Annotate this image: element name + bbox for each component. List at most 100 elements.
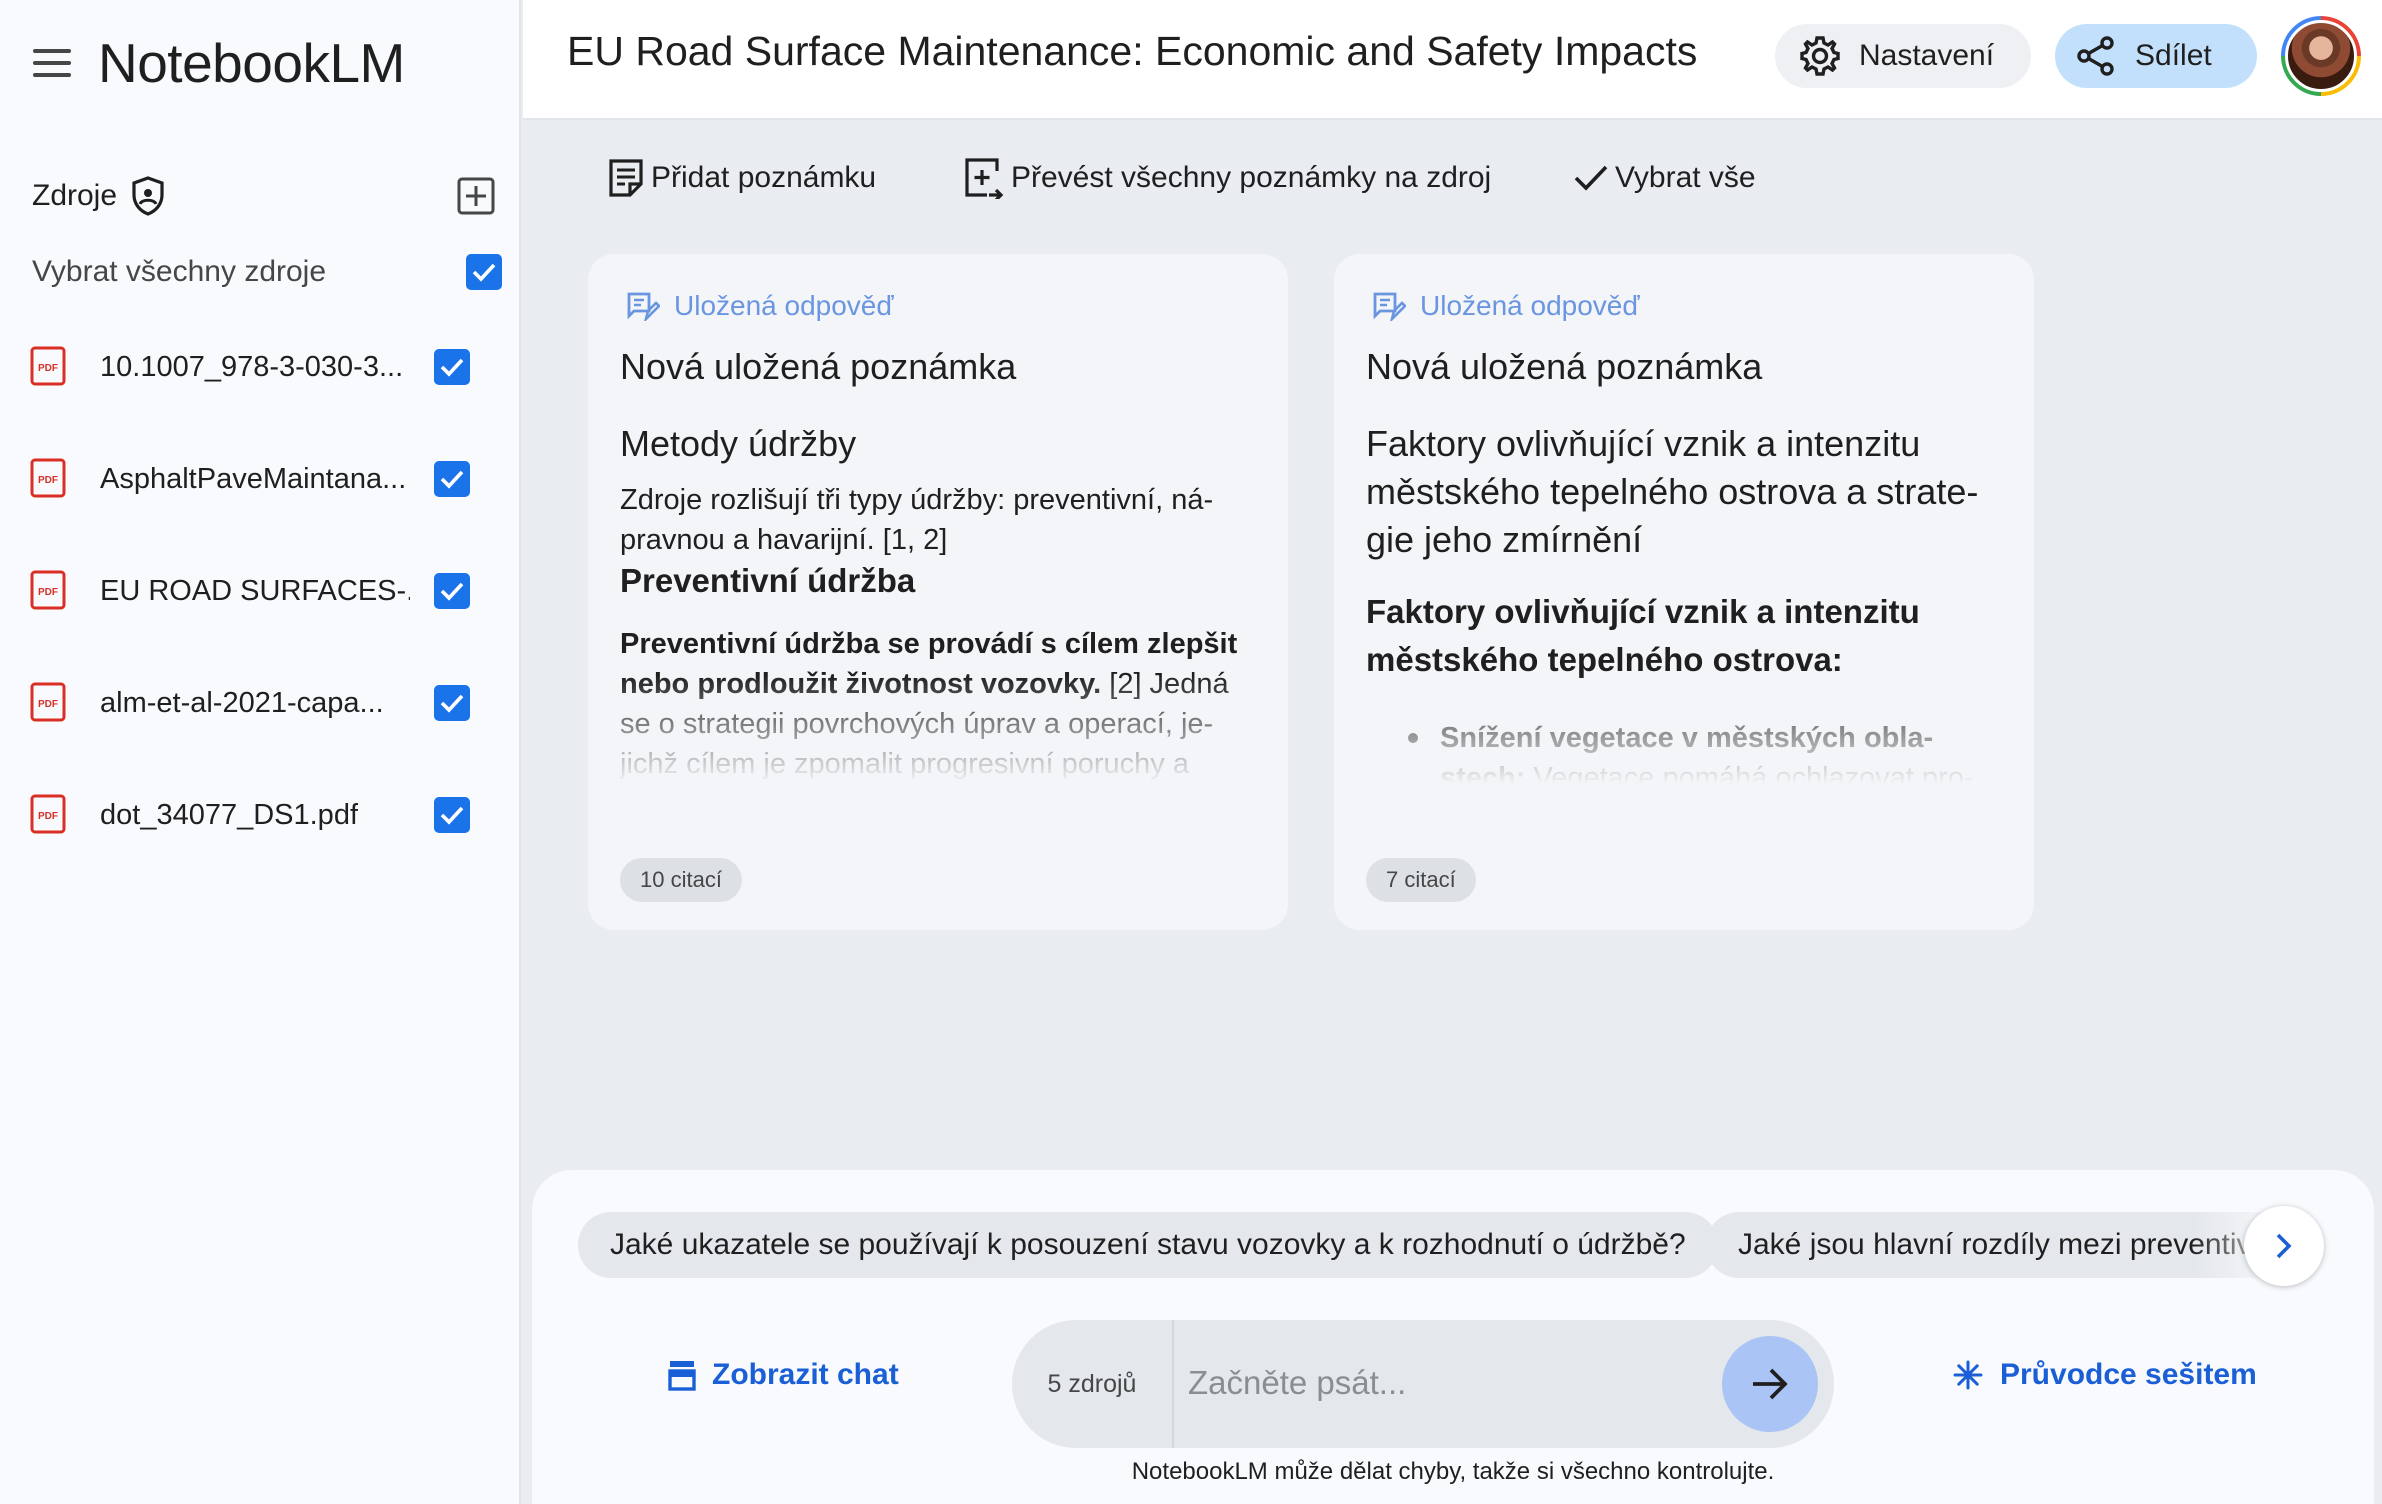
note-heading: Metody údržby xyxy=(620,423,857,464)
share-icon xyxy=(2077,36,2114,76)
chat-panel-icon xyxy=(668,1361,696,1391)
note-paragraph: Preventivní údržba se provádí s cílem zl… xyxy=(620,624,1260,784)
chat-panel: Jaké ukazatele se používají k posouzení … xyxy=(532,1170,2374,1504)
chat-input[interactable] xyxy=(1188,1358,1688,1408)
disclaimer: NotebookLM může dělat chyby, takže si vš… xyxy=(1131,1458,1775,1485)
svg-text:PDF: PDF xyxy=(38,363,58,374)
check-icon xyxy=(440,582,464,601)
select-all-notes-label: Vybrat vše xyxy=(1615,161,1756,194)
check-icon xyxy=(440,806,464,825)
bullet-dot xyxy=(1408,733,1418,743)
settings-button[interactable]: Nastavení xyxy=(1775,24,2031,88)
suggestion-chip[interactable]: Jaké jsou hlavní rozdíly mezi preventivn… xyxy=(1706,1212,2306,1278)
avatar[interactable] xyxy=(2281,16,2361,96)
select-all-checkbox[interactable] xyxy=(466,254,502,290)
add-note-label: Přidat poznámku xyxy=(651,161,877,194)
note-title: Nová uložená poznámka xyxy=(1366,346,1763,387)
settings-label: Nastavení xyxy=(1859,39,1995,72)
chevron-right-icon xyxy=(2276,1233,2292,1259)
check-icon xyxy=(1574,165,1608,191)
source-checkbox[interactable] xyxy=(434,349,470,385)
note-add-icon xyxy=(609,159,643,197)
add-source-button[interactable] xyxy=(450,170,502,222)
saved-response-icon xyxy=(1373,292,1406,321)
app-name: NotebookLM xyxy=(98,32,405,94)
source-name: EU ROAD SURFACES-... xyxy=(100,575,410,607)
note-subheading: Faktory ovlivňující vznik a intenzitu mě… xyxy=(1366,593,1920,678)
svg-text:PDF: PDF xyxy=(38,699,58,710)
source-count-badge[interactable]: 5 zdrojů xyxy=(1012,1320,1174,1448)
gear-icon xyxy=(1800,36,1840,76)
arrow-right-icon xyxy=(1753,1368,1788,1400)
pdf-icon: PDF xyxy=(30,794,66,834)
note-title: Nová uložená poznámka xyxy=(620,346,1017,387)
convert-to-source-icon xyxy=(965,158,1004,199)
notebook-guide-button[interactable]: Průvodce sešitem xyxy=(1952,1358,2257,1392)
source-item[interactable]: PDF alm-et-al-2021-capa... xyxy=(30,672,470,784)
note-kind: Uložená odpověď xyxy=(1372,290,1640,322)
pdf-icon: PDF xyxy=(30,458,66,498)
add-box-icon xyxy=(457,177,495,215)
note-subheading: Preventivní údržba xyxy=(620,562,916,599)
note-body: Faktory ovlivňující vznik a intenzitu mě… xyxy=(1366,420,2006,784)
select-all-label: Vybrat všechny zdroje xyxy=(32,255,327,288)
pdf-icon: PDF xyxy=(30,346,66,386)
source-item[interactable]: PDF 10.1007_978-3-030-3... xyxy=(30,336,470,448)
note-body: Metody údržby Zdroje rozlišují tři typy … xyxy=(620,420,1260,784)
sidebar: NotebookLM Zdroje Vybrat všechny zdroje xyxy=(0,0,521,1504)
add-note-button[interactable]: Přidat poznámku xyxy=(607,148,876,208)
sources-header: Zdroje xyxy=(32,170,502,222)
source-item[interactable]: PDF dot_34077_DS1.pdf xyxy=(30,784,470,896)
hamburger-icon xyxy=(33,49,71,77)
note-kind-label: Uložená odpověď xyxy=(674,290,894,321)
source-list: PDF 10.1007_978-3-030-3... PDF AsphaltPa… xyxy=(30,336,470,896)
share-label: Sdílet xyxy=(2135,39,2212,72)
pdf-icon: PDF xyxy=(30,570,66,610)
sources-title: Zdroje xyxy=(32,179,118,212)
note-card[interactable]: Uložená odpověď Nová uložená poznámka Fa… xyxy=(1334,254,2034,930)
sparkle-icon xyxy=(1953,1360,1983,1390)
source-name: alm-et-al-2021-capa... xyxy=(100,687,384,719)
note-card[interactable]: Uložená odpověď Nová uložená poznámka Me… xyxy=(588,254,1288,930)
send-button[interactable] xyxy=(1722,1336,1818,1432)
source-checkbox[interactable] xyxy=(434,573,470,609)
brand: NotebookLM xyxy=(30,28,405,98)
source-checkbox[interactable] xyxy=(434,685,470,721)
select-all-sources: Vybrat všechny zdroje xyxy=(32,250,502,294)
citations-badge[interactable]: 10 citací xyxy=(620,858,742,902)
check-icon xyxy=(440,694,464,713)
source-name: 10.1007_978-3-030-3... xyxy=(100,351,404,383)
note-intro: Zdroje rozlišují tři typy údržby: preven… xyxy=(620,484,1214,556)
header: EU Road Surface Maintenance: Economic an… xyxy=(523,0,2382,120)
suggestions-next-button[interactable] xyxy=(2244,1206,2324,1286)
svg-text:PDF: PDF xyxy=(38,811,58,822)
chat-composer: 5 zdrojů xyxy=(1012,1320,1834,1448)
show-chat-label: Zobrazit chat xyxy=(712,1358,899,1391)
convert-notes-button[interactable]: Převést všechny poznámky na zdroj xyxy=(963,148,1491,208)
suggestion-chip[interactable]: Jaké ukazatele se používají k posouzení … xyxy=(578,1212,1718,1278)
source-item[interactable]: PDF EU ROAD SURFACES-... xyxy=(30,560,470,672)
show-chat-button[interactable]: Zobrazit chat xyxy=(668,1358,899,1392)
citations-badge[interactable]: 7 citací xyxy=(1366,858,1476,902)
note-kind: Uložená odpověď xyxy=(626,290,894,322)
svg-text:PDF: PDF xyxy=(38,475,58,486)
source-checkbox[interactable] xyxy=(434,461,470,497)
check-icon xyxy=(440,470,464,489)
note-bullet-text: Snížení vegetace v městských obla-stech:… xyxy=(1440,718,2006,784)
check-icon xyxy=(472,263,496,282)
check-icon xyxy=(440,358,464,377)
pdf-icon: PDF xyxy=(30,682,66,722)
note-bullet: Snížení vegetace v městských obla-stech:… xyxy=(1408,718,2006,784)
select-all-notes-button[interactable]: Vybrat vše xyxy=(1573,148,1756,208)
menu-button[interactable] xyxy=(30,41,74,85)
source-item[interactable]: PDF AsphaltPaveMaintana... xyxy=(30,448,470,560)
notebook-guide-label: Průvodce sešitem xyxy=(2000,1358,2257,1391)
note-heading: Faktory ovlivňující vznik a intenzitu mě… xyxy=(1366,423,1979,560)
note-kind-label: Uložená odpověď xyxy=(1420,290,1640,321)
share-button[interactable]: Sdílet xyxy=(2055,24,2257,88)
notebook-title[interactable]: EU Road Surface Maintenance: Economic an… xyxy=(567,28,1697,75)
source-name: AsphaltPaveMaintana... xyxy=(100,463,407,495)
source-checkbox[interactable] xyxy=(434,797,470,833)
source-name: dot_34077_DS1.pdf xyxy=(100,799,358,831)
avatar-image xyxy=(2285,20,2357,92)
